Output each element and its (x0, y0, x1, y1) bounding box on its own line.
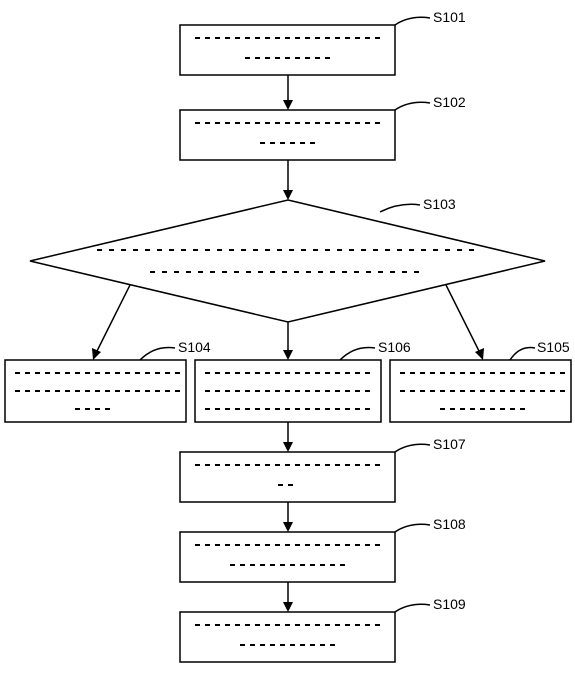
label-s108: S108 (433, 516, 466, 532)
node-s101 (180, 25, 395, 75)
label-s103: S103 (423, 196, 456, 212)
node-s107 (180, 452, 395, 502)
node-s104 (5, 360, 186, 422)
label-s106: S106 (378, 339, 411, 355)
label-s107: S107 (433, 436, 466, 452)
node-s108 (180, 532, 395, 582)
node-s102 (180, 110, 395, 160)
node-s109 (180, 612, 395, 662)
label-s109: S109 (433, 596, 466, 612)
flowchart-diagram: S101 S102 S103 S104 (0, 0, 575, 683)
node-s105 (390, 360, 571, 422)
node-s103 (30, 200, 545, 322)
label-s101: S101 (433, 9, 466, 25)
node-s106 (195, 360, 381, 422)
label-s102: S102 (433, 94, 466, 110)
label-s105: S105 (537, 339, 570, 355)
label-s104: S104 (178, 339, 211, 355)
